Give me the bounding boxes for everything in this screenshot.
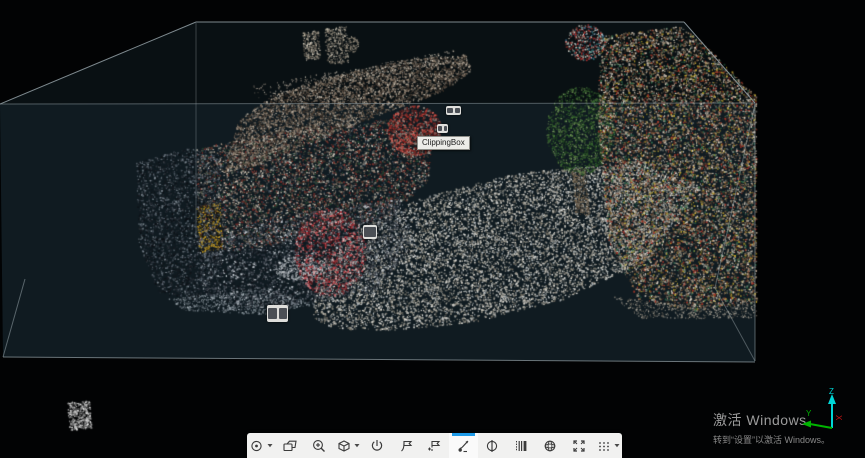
zoom-window-button[interactable]	[305, 433, 334, 458]
point-grid-icon	[596, 438, 612, 454]
annotation-flag-icon	[398, 438, 414, 454]
add-annotation-flag-icon	[426, 438, 442, 454]
section-box-button[interactable]	[334, 433, 363, 458]
clipping-box-handle[interactable]	[267, 305, 288, 322]
duplicate-view-icon	[282, 438, 298, 454]
point-cloud-scene	[0, 0, 865, 458]
sphere-view-button[interactable]	[535, 433, 564, 458]
annotation-flag-button[interactable]	[391, 433, 420, 458]
projection-orbit-icon	[249, 438, 265, 454]
caret-down-icon	[267, 443, 273, 448]
split-compare-icon	[484, 438, 500, 454]
clipping-box-handle[interactable]	[363, 225, 377, 239]
point-grid-button[interactable]	[593, 433, 622, 458]
rotate-view-icon	[369, 438, 385, 454]
clipping-tool-icon	[455, 438, 471, 454]
clipping-box-handle[interactable]	[446, 106, 461, 115]
point-cloud-viewer-window: ClippingBox 激活 Windows 转到“设置”以激活 Windows…	[0, 0, 865, 458]
3d-viewport[interactable]: ClippingBox	[0, 0, 865, 458]
fit-to-view-button[interactable]	[564, 433, 593, 458]
rotate-view-button[interactable]	[362, 433, 391, 458]
duplicate-view-button[interactable]	[276, 433, 305, 458]
section-box-icon	[336, 438, 352, 454]
caret-down-icon	[614, 443, 620, 448]
fit-to-view-icon	[571, 438, 587, 454]
clipping-box-tooltip: ClippingBox	[417, 136, 470, 150]
zoom-window-icon	[311, 438, 327, 454]
caret-down-icon	[354, 443, 360, 448]
clipping-tool-button[interactable]	[449, 433, 478, 458]
add-annotation-flag-button[interactable]	[420, 433, 449, 458]
sphere-view-icon	[542, 438, 558, 454]
profile-slice-button[interactable]	[507, 433, 536, 458]
projection-orbit-button[interactable]	[247, 433, 276, 458]
profile-slice-icon	[513, 438, 529, 454]
split-compare-button[interactable]	[478, 433, 507, 458]
clipping-box-handle[interactable]	[437, 124, 448, 133]
viewer-toolbar	[247, 433, 622, 458]
